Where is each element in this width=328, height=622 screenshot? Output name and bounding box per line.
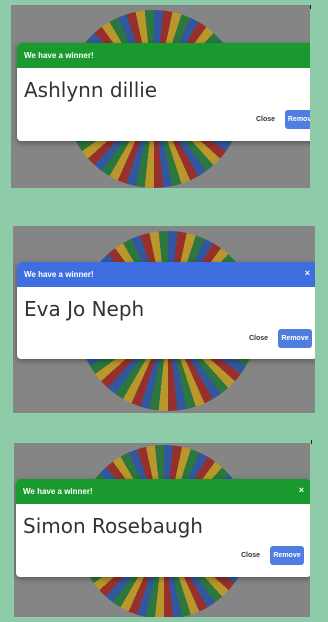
winner-name: Simon Rosebaugh xyxy=(23,514,203,538)
dialog-title: We have a winner! xyxy=(24,270,94,279)
winner-dialog: We have a winner! × Simon Rosebaugh Clos… xyxy=(16,479,310,577)
edge-marker xyxy=(310,5,311,9)
close-button[interactable]: Close xyxy=(241,552,260,559)
dialog-header: We have a winner! × xyxy=(17,262,315,287)
dialog-header: We have a winner! × xyxy=(17,43,310,68)
dialog-header: We have a winner! × xyxy=(16,479,310,504)
dialog-footer: Close Remove xyxy=(16,546,310,568)
close-icon[interactable]: × xyxy=(299,479,304,501)
close-button[interactable]: Close xyxy=(249,335,268,342)
remove-button[interactable]: Remove xyxy=(285,110,310,129)
dialog-title: We have a winner! xyxy=(23,487,93,496)
winner-dialog: We have a winner! × Ashlynn dillie Close… xyxy=(17,43,310,141)
winner-screenshot-2: We have a winner! × Eva Jo Neph Close Re… xyxy=(13,226,315,413)
dialog-title: We have a winner! xyxy=(24,51,94,60)
winner-dialog: We have a winner! × Eva Jo Neph Close Re… xyxy=(17,262,315,359)
remove-button[interactable]: Remove xyxy=(278,329,312,348)
winner-name: Eva Jo Neph xyxy=(24,297,145,321)
winner-screenshot-3: We have a winner! × Simon Rosebaugh Clos… xyxy=(14,443,310,617)
edge-marker xyxy=(311,440,312,444)
winner-name: Ashlynn dillie xyxy=(24,78,158,102)
close-button[interactable]: Close xyxy=(256,116,275,123)
dialog-footer: Close Remove xyxy=(17,110,310,132)
winner-screenshot-1: We have a winner! × Ashlynn dillie Close… xyxy=(11,5,310,188)
close-icon[interactable]: × xyxy=(305,262,310,284)
dialog-footer: Close Remove xyxy=(17,329,315,351)
remove-button[interactable]: Remove xyxy=(270,546,304,565)
